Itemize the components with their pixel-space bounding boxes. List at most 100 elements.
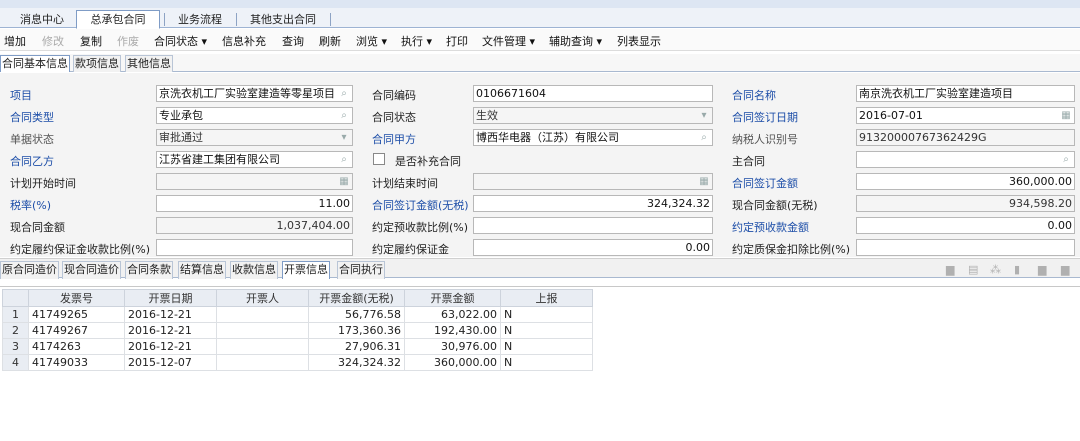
- plan-start-field[interactable]: ▦: [156, 173, 353, 190]
- invoice-date-cell[interactable]: 2016-12-21: [124, 306, 217, 323]
- table-row[interactable]: 1 41749265 2016-12-21 56,776.58 63,022.0…: [2, 306, 593, 323]
- tab-business-process[interactable]: 业务流程: [172, 11, 228, 28]
- chevron-down-icon[interactable]: ▾: [699, 110, 709, 121]
- info-supplement-button[interactable]: 信息补充: [222, 33, 266, 49]
- print-button[interactable]: 打印: [446, 33, 468, 49]
- contract-no-field[interactable]: 0106671604: [473, 85, 713, 102]
- perf-bond-field[interactable]: 0.00: [473, 239, 713, 256]
- tab-current-price[interactable]: 现合同造价: [62, 261, 121, 279]
- list-view-button[interactable]: 列表显示: [617, 33, 661, 49]
- invoicer-cell[interactable]: [216, 322, 309, 339]
- invoicer-cell[interactable]: [216, 354, 309, 371]
- row-copy-icon[interactable]: ⁂: [990, 263, 1001, 276]
- prepay-amount-field[interactable]: 0.00: [856, 217, 1075, 234]
- invoice-no-cell[interactable]: 41749033: [28, 354, 125, 371]
- browse-menu[interactable]: 浏览 ▾: [356, 33, 387, 49]
- amount-cell[interactable]: 360,000.00: [404, 354, 501, 371]
- search-icon[interactable]: ⌕: [339, 88, 349, 99]
- prepay-ratio-field[interactable]: [473, 217, 713, 234]
- tab-contract-terms[interactable]: 合同条款: [125, 261, 173, 279]
- invoice-date-cell[interactable]: 2016-12-21: [124, 338, 217, 355]
- table-row[interactable]: 2 41749267 2016-12-21 173,360.36 192,430…: [2, 322, 593, 339]
- reported-cell[interactable]: N: [500, 338, 593, 355]
- contract-type-field[interactable]: 专业承包 ⌕: [156, 107, 353, 124]
- calendar-icon[interactable]: ▦: [699, 176, 709, 187]
- sign-date-field[interactable]: 2016-07-01 ▦: [856, 107, 1075, 124]
- tax-rate-field[interactable]: 11.00: [156, 195, 353, 212]
- amount-notax-cell[interactable]: 324,324.32: [308, 354, 405, 371]
- search-icon[interactable]: ⌕: [1061, 154, 1071, 165]
- add-button[interactable]: 增加: [4, 33, 26, 49]
- void-button[interactable]: 作废: [117, 33, 139, 49]
- tab-payment-info[interactable]: 款项信息: [73, 55, 121, 72]
- tab-settlement-info[interactable]: 结算信息: [178, 261, 226, 279]
- edit-button[interactable]: 修改: [42, 33, 64, 49]
- amount-notax-header[interactable]: 开票金额(无税): [308, 289, 405, 307]
- reported-header[interactable]: 上报: [500, 289, 593, 307]
- current-amount-notax-field[interactable]: 934,598.20: [856, 195, 1075, 212]
- tab-message-center[interactable]: 消息中心: [14, 11, 70, 28]
- aux-query-menu[interactable]: 辅助查询 ▾: [549, 33, 602, 49]
- tab-receipt-info[interactable]: 收款信息: [230, 261, 278, 279]
- project-field[interactable]: 京洗衣机工厂实验室建造等零星项目 ⌕: [156, 85, 353, 102]
- party-b-field[interactable]: 江苏省建工集团有限公司 ⌕: [156, 151, 353, 168]
- party-a-field[interactable]: 博西华电器（江苏）有限公司 ⌕: [473, 129, 713, 146]
- tab-basic-info[interactable]: 合同基本信息: [0, 55, 70, 72]
- contract-status-menu[interactable]: 合同状态 ▾: [154, 33, 207, 49]
- amount-notax-cell[interactable]: 27,906.31: [308, 338, 405, 355]
- row-paste-icon[interactable]: ▆: [1038, 263, 1046, 276]
- invoicer-cell[interactable]: [216, 338, 309, 355]
- contract-status-select[interactable]: 生效 ▾: [473, 107, 713, 124]
- supplement-checkbox[interactable]: [373, 153, 385, 165]
- row-add-icon[interactable]: ▆: [946, 263, 954, 276]
- sign-amount-field[interactable]: 360,000.00: [856, 173, 1075, 190]
- query-button[interactable]: 查询: [282, 33, 304, 49]
- amount-header[interactable]: 开票金额: [404, 289, 501, 307]
- search-icon[interactable]: ⌕: [339, 154, 349, 165]
- invoice-date-cell[interactable]: 2016-12-21: [124, 322, 217, 339]
- tab-general-contract[interactable]: 总承包合同: [76, 10, 160, 29]
- invoice-no-cell[interactable]: 41749265: [28, 306, 125, 323]
- row-export-icon[interactable]: ▆: [1061, 263, 1069, 276]
- calendar-icon[interactable]: ▦: [1061, 110, 1071, 121]
- plan-end-field[interactable]: ▦: [473, 173, 713, 190]
- table-row[interactable]: 4 41749033 2015-12-07 324,324.32 360,000…: [2, 354, 593, 371]
- copy-button[interactable]: 复制: [80, 33, 102, 49]
- quality-bond-ratio-field[interactable]: [856, 239, 1075, 256]
- calendar-icon[interactable]: ▦: [339, 176, 349, 187]
- tab-invoice-info[interactable]: 开票信息: [282, 261, 330, 279]
- search-icon[interactable]: ⌕: [699, 132, 709, 143]
- reported-cell[interactable]: N: [500, 322, 593, 339]
- perf-bond-ratio-field[interactable]: [156, 239, 353, 256]
- amount-cell[interactable]: 192,430.00: [404, 322, 501, 339]
- row-insert-icon[interactable]: ▤: [968, 263, 978, 276]
- doc-status-select[interactable]: 审批通过 ▾: [156, 129, 353, 146]
- execute-menu[interactable]: 执行 ▾: [401, 33, 432, 49]
- invoice-no-cell[interactable]: 41749267: [28, 322, 125, 339]
- amount-notax-cell[interactable]: 56,776.58: [308, 306, 405, 323]
- invoicer-header[interactable]: 开票人: [216, 289, 309, 307]
- invoice-date-header[interactable]: 开票日期: [124, 289, 217, 307]
- row-delete-icon[interactable]: ▮: [1014, 263, 1020, 276]
- chevron-down-icon[interactable]: ▾: [339, 132, 349, 143]
- amount-cell[interactable]: 30,976.00: [404, 338, 501, 355]
- invoice-date-cell[interactable]: 2015-12-07: [124, 354, 217, 371]
- refresh-button[interactable]: 刷新: [319, 33, 341, 49]
- tab-other-expense-contract[interactable]: 其他支出合同: [244, 11, 322, 28]
- tab-contract-execution[interactable]: 合同执行: [337, 261, 385, 279]
- table-row[interactable]: 3 4174263 2016-12-21 27,906.31 30,976.00…: [2, 338, 593, 355]
- reported-cell[interactable]: N: [500, 306, 593, 323]
- sign-amount-notax-field[interactable]: 324,324.32: [473, 195, 713, 212]
- current-amount-field[interactable]: 1,037,404.00: [156, 217, 353, 234]
- search-icon[interactable]: ⌕: [339, 110, 349, 121]
- invoice-no-cell[interactable]: 4174263: [28, 338, 125, 355]
- main-contract-field[interactable]: ⌕: [856, 151, 1075, 168]
- reported-cell[interactable]: N: [500, 354, 593, 371]
- tab-original-price[interactable]: 原合同造价: [0, 261, 59, 279]
- amount-notax-cell[interactable]: 173,360.36: [308, 322, 405, 339]
- invoice-no-header[interactable]: 发票号: [28, 289, 125, 307]
- file-management-menu[interactable]: 文件管理 ▾: [482, 33, 535, 49]
- contract-name-field[interactable]: 南京洗衣机工厂实验室建造项目: [856, 85, 1075, 102]
- amount-cell[interactable]: 63,022.00: [404, 306, 501, 323]
- taxpayer-id-field[interactable]: 91320000767362429G: [856, 129, 1075, 146]
